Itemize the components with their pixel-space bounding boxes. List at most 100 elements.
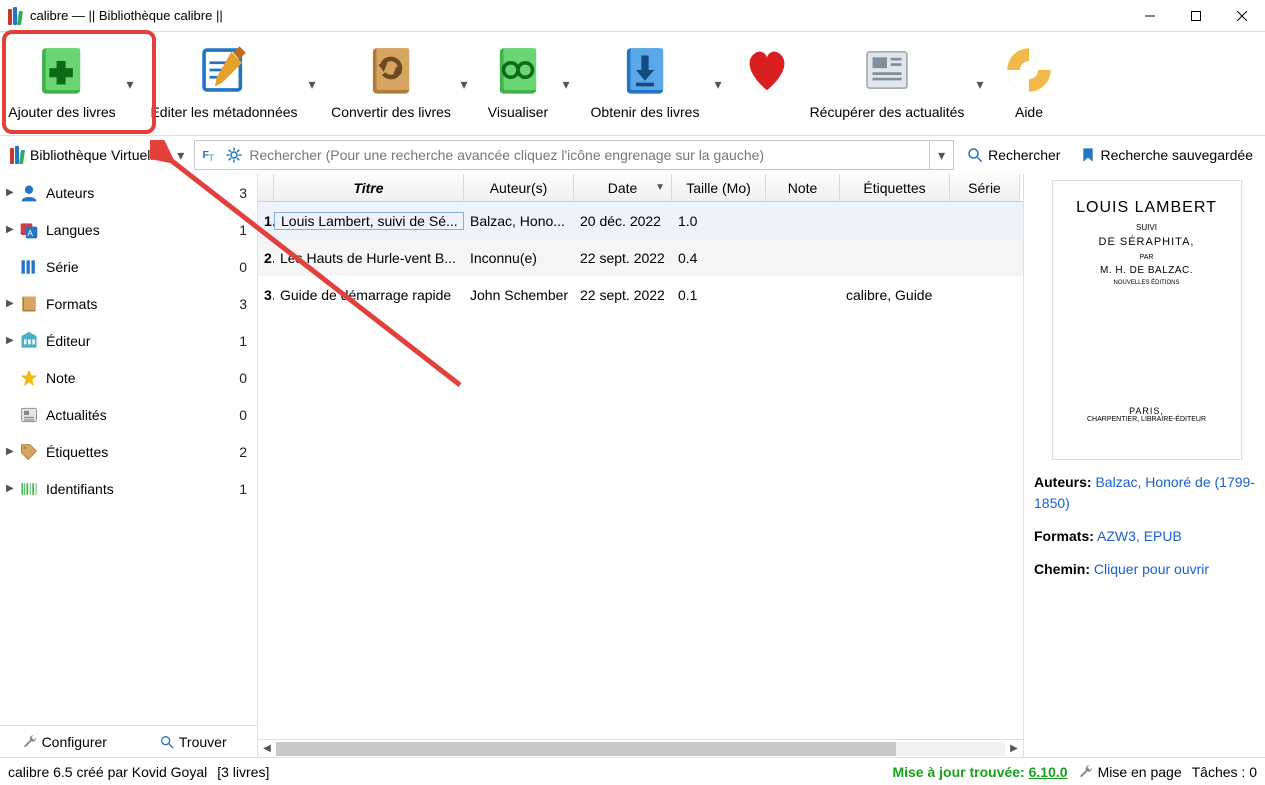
app-icon (8, 7, 24, 25)
lifebuoy-icon (1000, 41, 1058, 99)
tag-browser-sidebar: ▶ Auteurs 3 ▶ A Langues 1 Série 0 ▶ Form… (0, 174, 258, 757)
book-cover[interactable]: LOUIS LAMBERT SUIVI DE SÉRAPHITA, PAR M.… (1052, 180, 1242, 460)
expand-icon: ▶ (6, 446, 18, 457)
formats-label: Formats: (1034, 528, 1094, 544)
search-input[interactable] (249, 147, 923, 163)
virtual-library-dropdown[interactable]: ▾ (173, 147, 188, 164)
edit-metadata-dropdown[interactable]: ▾ (304, 36, 320, 132)
layout-button[interactable]: Mise en page (1078, 764, 1182, 780)
status-book-count: [3 livres] (217, 764, 269, 780)
book-list-table: Titre Auteur(s) Date▼ Taille (Mo) Note É… (258, 174, 1023, 757)
view-button[interactable]: Visualiser (478, 36, 558, 132)
add-books-dropdown[interactable]: ▾ (122, 36, 138, 132)
star-icon (18, 368, 40, 388)
formats-link[interactable]: AZW3, EPUB (1097, 528, 1182, 544)
search-icon (159, 734, 175, 750)
view-icon (489, 41, 547, 99)
heart-icon (740, 43, 794, 97)
help-label: Aide (1015, 104, 1043, 120)
authors-label: Auteurs: (1034, 474, 1092, 490)
col-note[interactable]: Note (766, 174, 840, 201)
expand-icon: ▶ (6, 483, 18, 494)
convert-books-label: Convertir des livres (331, 104, 451, 120)
saved-search-button[interactable]: Recherche sauvegardée (1072, 140, 1261, 170)
tag-icon (18, 442, 40, 462)
sidebar-item-authors[interactable]: ▶ Auteurs 3 (0, 174, 257, 211)
sidebar-item-rating[interactable]: Note 0 (0, 359, 257, 396)
wrench-icon (22, 734, 38, 750)
path-label: Chemin: (1034, 561, 1090, 577)
view-label: Visualiser (488, 104, 548, 120)
window-title: calibre — || Bibliothèque calibre || (30, 8, 1127, 23)
col-series[interactable]: Série (950, 174, 1020, 201)
tools-icon (1078, 764, 1094, 780)
get-books-dropdown[interactable]: ▾ (710, 36, 726, 132)
jobs-indicator[interactable]: Tâches : 0 (1192, 764, 1257, 780)
status-update[interactable]: Mise à jour trouvée: 6.10.0 (892, 764, 1067, 780)
expand-icon: ▶ (6, 187, 18, 198)
virtual-library-label: Bibliothèque Virtuelle (30, 147, 161, 163)
donate-button[interactable] (732, 36, 802, 132)
table-header: Titre Auteur(s) Date▼ Taille (Mo) Note É… (258, 174, 1023, 202)
search-button-label: Rechercher (988, 147, 1060, 163)
view-dropdown[interactable]: ▾ (558, 36, 574, 132)
convert-icon (362, 41, 420, 99)
col-author[interactable]: Auteur(s) (464, 174, 574, 201)
search-history-dropdown[interactable]: ▾ (930, 140, 954, 170)
col-size[interactable]: Taille (Mo) (672, 174, 766, 201)
sidebar-item-tags[interactable]: ▶ Étiquettes 2 (0, 433, 257, 470)
horizontal-scrollbar[interactable]: ◀ ▶ (258, 739, 1023, 757)
path-link[interactable]: Cliquer pour ouvrir (1094, 561, 1209, 577)
sidebar-item-series[interactable]: Série 0 (0, 248, 257, 285)
col-title[interactable]: Titre (274, 174, 464, 201)
fulltext-icon[interactable]: FT (201, 146, 219, 164)
configure-sidebar-button[interactable]: Configurer (0, 726, 129, 757)
status-bar: calibre 6.5 créé par Kovid Goyal [3 livr… (0, 757, 1265, 785)
search-box: FT (194, 140, 930, 170)
sidebar-item-formats[interactable]: ▶ Formats 3 (0, 285, 257, 322)
series-icon (18, 257, 40, 277)
minimize-button[interactable] (1127, 0, 1173, 32)
get-books-button[interactable]: Obtenir des livres (580, 36, 710, 132)
add-books-button[interactable]: Ajouter des livres (2, 36, 122, 132)
close-button[interactable] (1219, 0, 1265, 32)
edit-metadata-button[interactable]: Editer les métadonnées (144, 36, 304, 132)
newspaper-icon (858, 41, 916, 99)
col-date[interactable]: Date▼ (574, 174, 672, 201)
table-row[interactable]: 3 Guide de démarrage rapide John Schembe… (258, 276, 1023, 313)
svg-text:T: T (209, 153, 215, 163)
maximize-button[interactable] (1173, 0, 1219, 32)
virtual-library-button[interactable]: Bibliothèque Virtuelle (4, 140, 167, 170)
download-book-icon (616, 41, 674, 99)
sidebar-item-identifiers[interactable]: ▶ Identifiants 1 (0, 470, 257, 507)
bookmark-icon (1080, 146, 1096, 164)
gear-icon[interactable] (225, 146, 243, 164)
sidebar-item-publisher[interactable]: ▶ Éditeur 1 (0, 322, 257, 359)
books-icon (10, 146, 26, 164)
col-index[interactable] (258, 174, 274, 201)
add-books-label: Ajouter des livres (8, 104, 115, 120)
add-book-icon (33, 41, 91, 99)
search-icon (966, 146, 984, 164)
sidebar-item-news[interactable]: Actualités 0 (0, 396, 257, 433)
person-icon (18, 183, 40, 203)
table-row[interactable]: 2 Les Hauts de Hurle-vent B... Inconnu(e… (258, 239, 1023, 276)
sidebar-item-languages[interactable]: ▶ A Langues 1 (0, 211, 257, 248)
edit-metadata-label: Editer les métadonnées (150, 104, 297, 120)
publisher-icon (18, 331, 40, 351)
search-button[interactable]: Rechercher (960, 140, 1066, 170)
book-icon (18, 294, 40, 314)
fetch-news-button[interactable]: Récupérer des actualités (802, 36, 972, 132)
table-row[interactable]: 1 Louis Lambert, suivi de Sé... Balzac, … (258, 202, 1023, 239)
get-books-label: Obtenir des livres (591, 104, 700, 120)
help-button[interactable]: Aide (994, 36, 1064, 132)
status-credit: calibre 6.5 créé par Kovid Goyal (8, 764, 207, 780)
svg-text:A: A (27, 227, 33, 237)
col-tags[interactable]: Étiquettes (840, 174, 950, 201)
news-icon (18, 405, 40, 425)
fetch-news-dropdown[interactable]: ▾ (972, 36, 988, 132)
convert-books-button[interactable]: Convertir des livres (326, 36, 456, 132)
fetch-news-label: Récupérer des actualités (810, 104, 965, 120)
convert-books-dropdown[interactable]: ▾ (456, 36, 472, 132)
find-sidebar-button[interactable]: Trouver (129, 726, 258, 757)
